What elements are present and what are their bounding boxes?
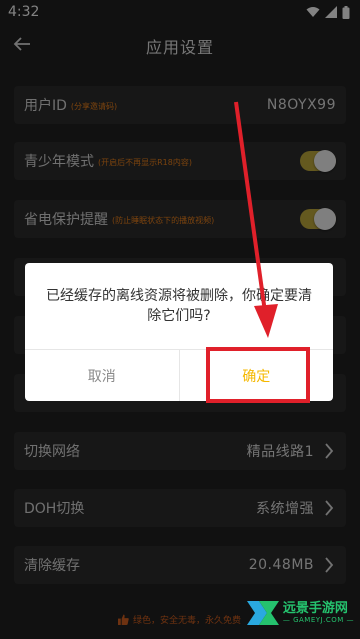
watermark-title: 远景手游网 [282,601,348,616]
watermark-logo-icon [246,601,279,625]
watermark-url: — GAMEYJ.COM — [282,616,354,624]
dialog-message: 已经缓存的离线资源将被删除，你确定要清除它们吗? [46,288,312,324]
annotation-highlight-box [206,347,310,403]
cancel-button[interactable]: 取消 [25,350,180,401]
watermark: 远景手游网 — GAMEYJ.COM — [245,597,354,629]
watermark-text: 远景手游网 — GAMEYJ.COM — [283,601,354,625]
